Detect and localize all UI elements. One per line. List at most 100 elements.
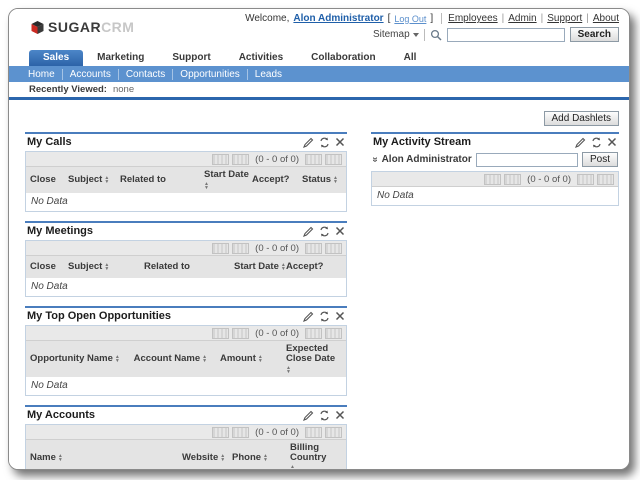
edit-pencil-icon[interactable] — [303, 410, 314, 421]
subnav-accounts[interactable]: Accounts — [63, 69, 119, 80]
subnav-leads[interactable]: Leads — [248, 69, 289, 80]
sort-icon[interactable]: ▲▼ — [258, 355, 263, 363]
no-data-row: No Data — [26, 377, 346, 395]
sort-icon[interactable]: ▲▼ — [115, 355, 120, 363]
page-next-button[interactable] — [305, 154, 322, 165]
no-data-row: No Data — [26, 278, 346, 296]
col-expected-close-date[interactable]: Expected Close Date▲▼ — [286, 344, 342, 374]
page-first-button[interactable] — [212, 154, 229, 165]
col-name[interactable]: Name▲▼ — [30, 453, 182, 463]
page-next-button[interactable] — [577, 174, 594, 185]
admin-link[interactable]: Admin — [508, 13, 536, 24]
subnav-contacts[interactable]: Contacts — [119, 69, 173, 80]
col-start-date[interactable]: Start Date▲▼ — [234, 262, 286, 272]
sort-icon[interactable]: ▲▼ — [286, 366, 291, 374]
page-first-button[interactable] — [212, 328, 229, 339]
sort-icon[interactable]: ▲▼ — [333, 176, 338, 184]
dashlet-my-accounts: My Accounts (0 - 0 of 0) — [25, 405, 347, 470]
page-last-button[interactable] — [325, 243, 342, 254]
sort-icon[interactable]: ▲▼ — [220, 454, 225, 462]
no-data-row: No Data — [26, 193, 346, 211]
col-website[interactable]: Website▲▼ — [182, 453, 232, 463]
col-status[interactable]: Status▲▼ — [302, 175, 342, 185]
edit-pencil-icon[interactable] — [575, 137, 586, 148]
sort-icon[interactable]: ▲▼ — [204, 182, 209, 190]
page-last-button[interactable] — [325, 328, 342, 339]
no-data-row: No Data — [372, 187, 618, 205]
close-icon[interactable] — [607, 137, 618, 148]
activity-post-input[interactable] — [476, 153, 578, 167]
col-phone[interactable]: Phone▲▼ — [232, 453, 290, 463]
close-icon[interactable] — [335, 410, 346, 421]
search-button[interactable]: Search — [570, 27, 619, 42]
close-icon[interactable] — [335, 137, 346, 148]
dashlet-title: My Accounts — [27, 409, 95, 421]
edit-pencil-icon[interactable] — [303, 311, 314, 322]
refresh-icon[interactable] — [591, 137, 602, 148]
page-first-button[interactable] — [212, 243, 229, 254]
pagination-bar: (0 - 0 of 0) — [26, 241, 346, 256]
tab-support[interactable]: Support — [158, 50, 224, 66]
about-link[interactable]: About — [593, 13, 619, 24]
sort-icon[interactable]: ▲▼ — [263, 454, 268, 462]
sort-icon[interactable]: ▲▼ — [104, 176, 109, 184]
refresh-icon[interactable] — [319, 137, 330, 148]
collapse-chevron-icon[interactable]: » — [369, 157, 380, 163]
pagination-text: (0 - 0 of 0) — [524, 174, 574, 185]
sort-icon[interactable]: ▲▼ — [104, 263, 109, 271]
add-dashlets-button[interactable]: Add Dashlets — [544, 111, 619, 126]
user-profile-link[interactable]: Alon Administrator — [293, 13, 383, 24]
cube-logo-icon — [31, 21, 44, 34]
edit-pencil-icon[interactable] — [303, 137, 314, 148]
page-last-button[interactable] — [597, 174, 614, 185]
sort-icon[interactable]: ▲▼ — [58, 454, 63, 462]
sub-nav-bar: Home Accounts Contacts Opportunities Lea… — [9, 66, 629, 82]
page-next-button[interactable] — [305, 427, 322, 438]
page-last-button[interactable] — [325, 154, 342, 165]
pagination-text: (0 - 0 of 0) — [252, 328, 302, 339]
close-icon[interactable] — [335, 226, 346, 237]
col-account-name[interactable]: Account Name▲▼ — [134, 354, 220, 364]
refresh-icon[interactable] — [319, 311, 330, 322]
sort-icon[interactable]: ▲▼ — [202, 355, 207, 363]
sort-icon[interactable]: ▲▼ — [290, 465, 295, 470]
page-prev-button[interactable] — [232, 427, 249, 438]
post-button[interactable]: Post — [582, 152, 618, 167]
page-last-button[interactable] — [325, 427, 342, 438]
refresh-icon[interactable] — [319, 410, 330, 421]
col-opportunity-name[interactable]: Opportunity Name▲▼ — [30, 354, 134, 364]
col-subject[interactable]: Subject▲▼ — [68, 262, 144, 272]
tab-marketing[interactable]: Marketing — [83, 50, 158, 66]
dashlet-title: My Meetings — [27, 225, 93, 237]
page-prev-button[interactable] — [232, 243, 249, 254]
page-prev-button[interactable] — [504, 174, 521, 185]
subnav-opportunities[interactable]: Opportunities — [173, 69, 247, 80]
sitemap-dropdown[interactable]: Sitemap — [373, 29, 419, 40]
chevron-down-icon — [413, 33, 419, 37]
search-icon[interactable] — [430, 29, 442, 41]
search-input[interactable] — [447, 28, 565, 42]
page-next-button[interactable] — [305, 243, 322, 254]
employees-link[interactable]: Employees — [448, 13, 497, 24]
tab-all[interactable]: All — [390, 50, 431, 66]
dashlet-my-calls: My Calls (0 - 0 of 0) — [25, 132, 347, 212]
subnav-home[interactable]: Home — [21, 69, 63, 80]
tab-activities[interactable]: Activities — [225, 50, 297, 66]
page-first-button[interactable] — [212, 427, 229, 438]
tab-sales[interactable]: Sales — [29, 50, 83, 66]
page-first-button[interactable] — [484, 174, 501, 185]
col-subject[interactable]: Subject▲▼ — [68, 175, 120, 185]
support-link[interactable]: Support — [547, 13, 582, 24]
col-billing-country[interactable]: Billing Country▲▼ — [290, 443, 342, 470]
close-icon[interactable] — [335, 311, 346, 322]
col-amount[interactable]: Amount▲▼ — [220, 354, 286, 364]
edit-pencil-icon[interactable] — [303, 226, 314, 237]
refresh-icon[interactable] — [319, 226, 330, 237]
page-next-button[interactable] — [305, 328, 322, 339]
tab-collaboration[interactable]: Collaboration — [297, 50, 389, 66]
col-start-date[interactable]: Start Date▲▼ — [204, 170, 252, 190]
page-prev-button[interactable] — [232, 328, 249, 339]
page-prev-button[interactable] — [232, 154, 249, 165]
logout-link[interactable]: Log Out — [394, 14, 426, 24]
dashlet-my-meetings: My Meetings (0 - 0 of 0) — [25, 221, 347, 297]
